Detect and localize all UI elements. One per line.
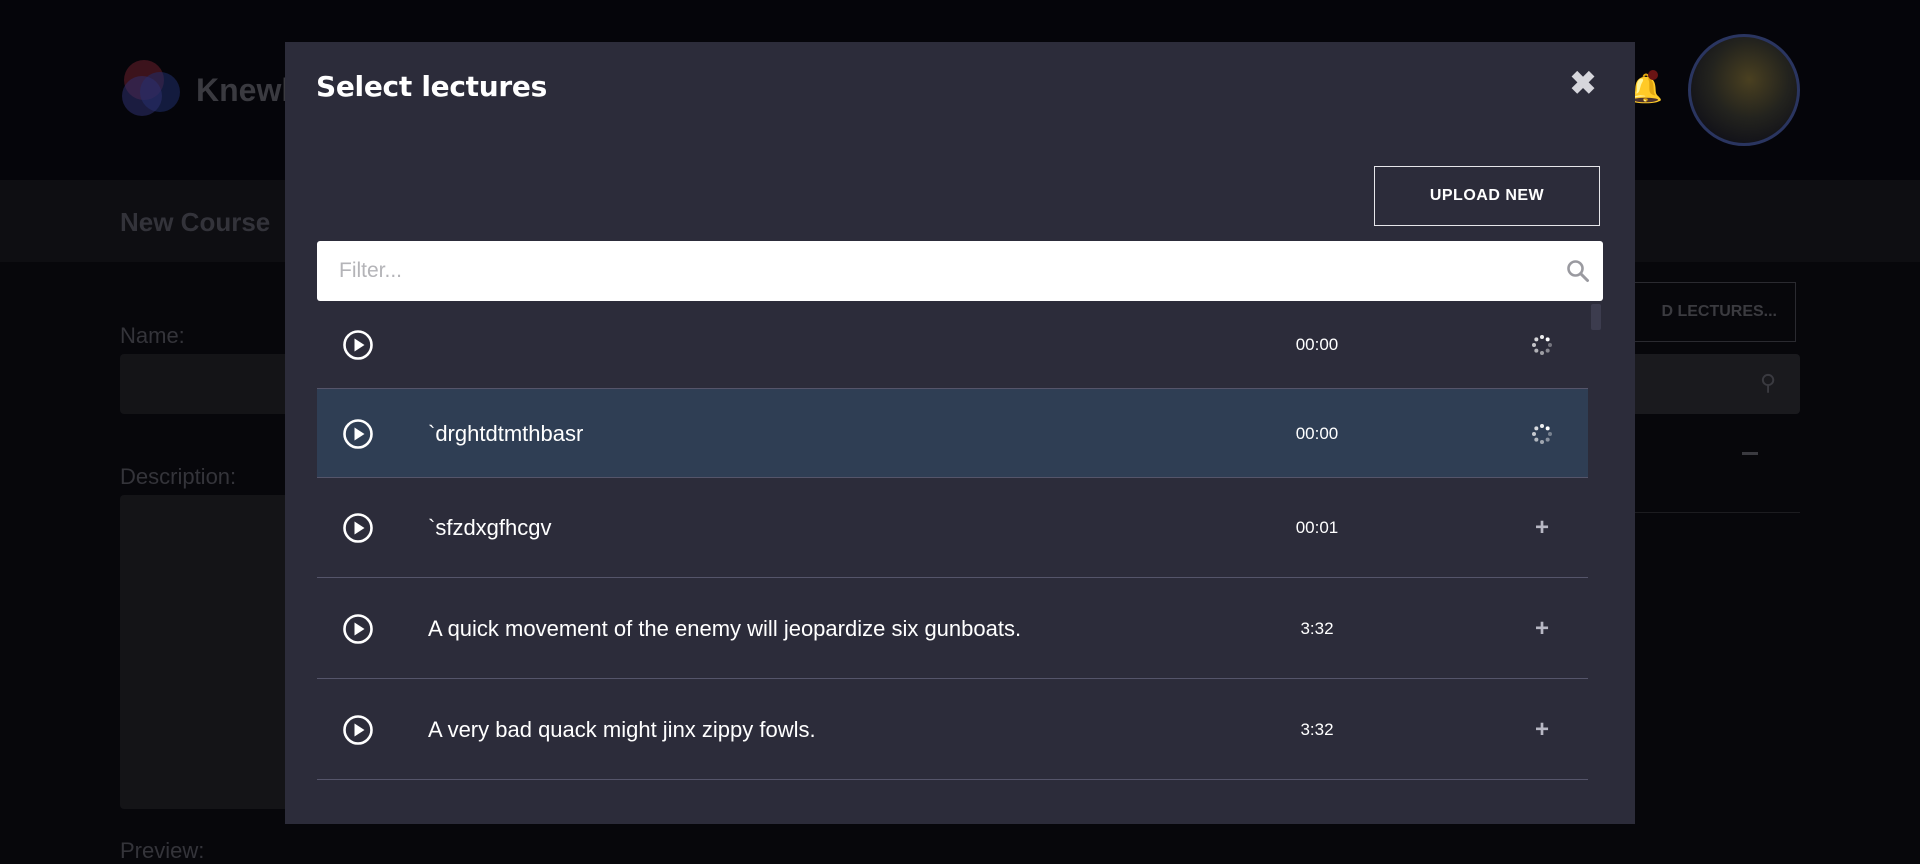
lecture-title: `sfzdxgfhcgv [428, 515, 552, 540]
play-icon[interactable] [342, 613, 374, 645]
lecture-row[interactable]: 00:00 [317, 301, 1588, 389]
page-title: New Course [120, 207, 271, 237]
lecture-duration: 3:32 [1300, 618, 1334, 638]
lecture-title: A quick movement of the enemy will jeopa… [428, 615, 1022, 641]
scrollbar-thumb[interactable] [1591, 304, 1601, 330]
plus-icon[interactable]: + [1528, 716, 1556, 744]
avatar [1688, 34, 1800, 146]
upload-new-button[interactable]: UPLOAD NEW [1374, 166, 1600, 226]
plus-icon[interactable]: + [1528, 615, 1556, 643]
modal-title: Select lectures [316, 70, 547, 103]
search-icon: ⚲ [1760, 370, 1777, 395]
plus-icon[interactable]: + [1528, 514, 1556, 542]
lecture-list: 00:00 `drghtdtmthbasr 00:00 `sfzdxgfhcgv 00:… [317, 301, 1588, 780]
lecture-duration: 00:00 [1295, 423, 1339, 443]
loading-spinner-icon [1528, 420, 1556, 448]
preview-label: Preview: [120, 838, 205, 863]
lecture-duration: 00:01 [1295, 518, 1339, 537]
play-icon[interactable] [342, 512, 374, 544]
play-icon[interactable] [342, 329, 374, 361]
lecture-duration: 3:32 [1300, 719, 1334, 739]
lecture-list-area[interactable]: 00:00 `drghtdtmthbasr 00:00 `sfzdxgfhcgv 00:… [317, 301, 1603, 824]
filter-search-box [317, 241, 1603, 301]
play-icon[interactable] [342, 418, 374, 450]
loading-spinner-icon [1528, 331, 1556, 359]
close-icon[interactable]: ✖ [1568, 67, 1598, 99]
lecture-row[interactable]: `sfzdxgfhcgv 00:01 + [317, 478, 1588, 578]
name-label: Name: [120, 323, 185, 348]
search-icon[interactable] [1565, 258, 1591, 284]
play-icon[interactable] [342, 714, 374, 746]
notification-dot [1648, 70, 1658, 80]
lecture-row[interactable]: `drghtdtmthbasr 00:00 [317, 389, 1588, 478]
description-label: Description: [120, 464, 237, 489]
lecture-duration: 00:00 [1295, 335, 1339, 354]
lecture-title: `drghtdtmthbasr [428, 420, 584, 446]
scrollbar[interactable] [1588, 301, 1603, 824]
lecture-row[interactable]: A very bad quack might jinx zippy fowls.… [317, 679, 1588, 780]
lecture-title: A very bad quack might jinx zippy fowls. [428, 716, 816, 742]
app-logo [120, 58, 182, 120]
filter-input[interactable] [317, 241, 1547, 301]
add-lectures-button: D LECTURES... [1612, 282, 1796, 342]
divider [1612, 512, 1800, 513]
minus-icon [1742, 452, 1758, 455]
brand-name: Knewl [196, 72, 291, 108]
lecture-row[interactable]: A quick movement of the enemy will jeopa… [317, 578, 1588, 679]
select-lectures-modal: Select lectures ✖ UPLOAD NEW 00:00`drght… [285, 42, 1635, 824]
